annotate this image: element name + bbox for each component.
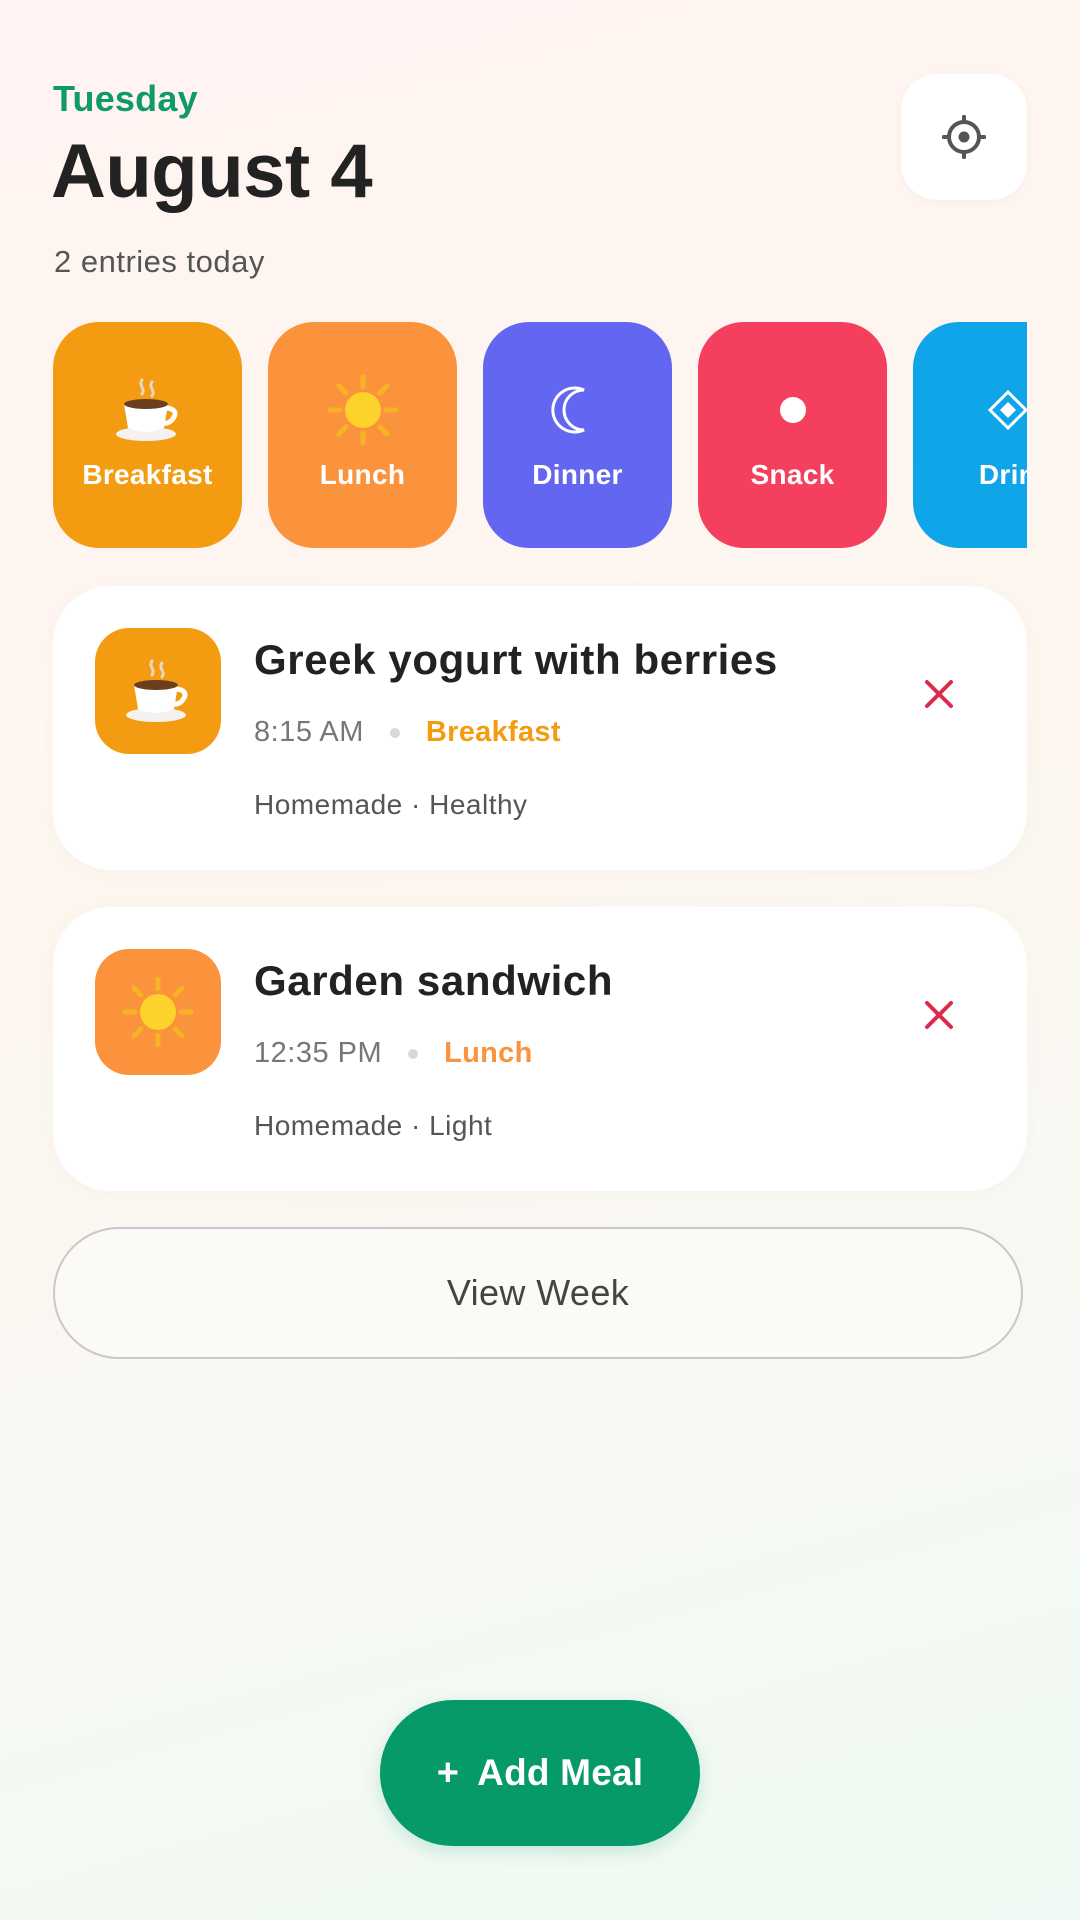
category-snack[interactable]: Snack — [698, 322, 887, 548]
sun-icon — [122, 976, 194, 1048]
category-label: Snack — [750, 459, 835, 490]
diamond-icon — [913, 370, 1027, 450]
add-meal-button[interactable]: + Add Meal — [380, 1700, 700, 1846]
meal-tags: Homemade · Light — [254, 1110, 493, 1141]
meal-category-badge — [95, 949, 221, 1075]
close-icon — [925, 680, 953, 708]
weekday-label: Tuesday — [53, 78, 198, 119]
dot-icon — [698, 370, 887, 450]
plus-icon: + — [436, 1751, 460, 1794]
coffee-cup-icon — [126, 659, 188, 722]
meal-time: 8:15 AM — [254, 716, 364, 748]
category-dinner[interactable]: Dinner — [483, 322, 672, 548]
meal-meta: 8:15 AM Breakfast — [254, 716, 561, 749]
delete-entry-button[interactable] — [907, 662, 971, 726]
separator-dot — [408, 1048, 419, 1059]
meal-name: Garden sandwich — [254, 957, 614, 1004]
meal-entry-card[interactable]: Greek yogurt with berries 8:15 AM Breakf… — [53, 586, 1027, 870]
meal-log-screen: Tuesday August 4 2 entries today Breakfa… — [0, 0, 1080, 1920]
meal-entry-card[interactable]: Garden sandwich 12:35 PM Lunch Homemade … — [53, 907, 1027, 1191]
meal-time: 12:35 PM — [254, 1037, 383, 1069]
date-title: August 4 — [51, 129, 373, 214]
category-breakfast[interactable]: Breakfast — [53, 322, 242, 548]
meal-type: Breakfast — [425, 716, 561, 748]
category-drinks[interactable]: Drin — [913, 322, 1027, 548]
add-meal-label: Add Meal — [477, 1752, 644, 1793]
meal-category-badge — [95, 628, 221, 754]
category-label: Dinner — [532, 459, 623, 490]
category-label: Breakfast — [82, 459, 213, 490]
entries-count: 2 entries today — [54, 244, 265, 279]
separator-dot — [389, 727, 400, 738]
meal-tags: Homemade · Healthy — [254, 789, 528, 820]
meal-name: Greek yogurt with berries — [254, 636, 778, 683]
delete-entry-button[interactable] — [907, 983, 971, 1047]
view-week-button[interactable]: View Week — [53, 1227, 1023, 1359]
sun-icon — [268, 370, 457, 450]
meal-category-strip: Breakfast Lunch Dinner Snack Dri — [53, 322, 1027, 548]
settings-button[interactable] — [901, 74, 1027, 200]
moon-icon — [483, 370, 672, 450]
gear-icon — [942, 115, 986, 159]
category-lunch[interactable]: Lunch — [268, 322, 457, 548]
category-label: Drin — [978, 459, 1027, 490]
coffee-cup-icon — [53, 370, 242, 450]
close-icon — [925, 1001, 953, 1029]
meal-type: Lunch — [444, 1037, 533, 1069]
meal-meta: 12:35 PM Lunch — [254, 1037, 533, 1070]
category-label: Lunch — [319, 459, 406, 490]
